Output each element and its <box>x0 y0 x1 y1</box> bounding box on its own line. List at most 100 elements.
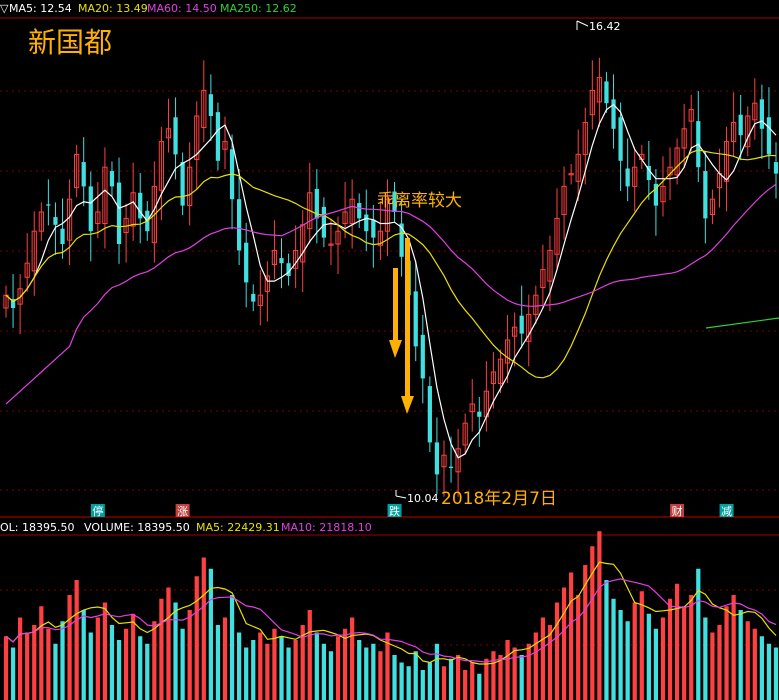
volume-bar <box>505 640 510 700</box>
volume-bar <box>342 628 348 700</box>
candle <box>745 106 751 157</box>
volume-bar <box>674 583 680 700</box>
candle <box>3 285 9 318</box>
candle <box>349 179 355 249</box>
volume-bar <box>752 628 757 700</box>
volume-bar <box>646 613 651 700</box>
volume-bar <box>738 610 743 700</box>
volume-bar <box>710 632 715 700</box>
candle <box>194 101 200 190</box>
candle <box>88 171 93 262</box>
ma5-readout: MA5: 12.54 <box>9 2 72 15</box>
volume-bar <box>561 587 567 700</box>
volume-bar <box>491 651 496 700</box>
volume-bar <box>470 662 475 700</box>
low-marker: 10.04 <box>395 490 439 505</box>
volume-bar <box>526 643 531 700</box>
candle <box>547 235 553 312</box>
candle <box>568 164 574 185</box>
candle <box>519 285 524 349</box>
volume-bar <box>46 628 51 700</box>
volume-bar <box>597 531 602 700</box>
volume-bar <box>166 587 171 700</box>
volume-bar <box>95 617 100 700</box>
volume-bar <box>364 647 369 700</box>
volume-bar <box>321 643 327 700</box>
candle <box>554 188 560 269</box>
ma5-line <box>5 103 777 459</box>
candle <box>24 233 30 292</box>
vol-readout: OL: 18395.50 <box>0 521 74 534</box>
volume-bar <box>632 602 637 700</box>
volume-readout: VOLUME: 18395.50 <box>84 521 190 534</box>
volume-bar <box>569 572 574 700</box>
volume-bar <box>81 610 86 700</box>
volume-bar <box>258 632 263 700</box>
volume-bar <box>689 595 694 700</box>
candle <box>66 179 73 266</box>
candle <box>696 91 701 182</box>
deviation-annotation: 乖离率较大 <box>377 191 462 211</box>
candle <box>293 225 299 289</box>
stock-chart: 停 涨 跌 财 减 ▽ MA5: 12.54 MA20: 13.49 MA60: 14.… <box>0 2 779 700</box>
volume-bar <box>455 655 461 700</box>
candle <box>17 274 23 335</box>
candle <box>773 142 779 199</box>
volume-bar <box>152 621 157 700</box>
volume-bar <box>145 643 150 700</box>
volume-bar <box>653 628 659 700</box>
candle <box>490 352 497 409</box>
candle <box>611 74 616 149</box>
candle <box>264 261 270 322</box>
candle <box>703 151 708 244</box>
event-badge: 停 <box>90 504 105 518</box>
candle <box>328 219 334 266</box>
volume-bar <box>618 610 623 700</box>
event-badge-label: 减 <box>721 505 732 518</box>
volume-bar <box>159 598 164 700</box>
volume-bar <box>682 606 687 700</box>
down-arrow-2 <box>401 238 414 414</box>
volume-bar <box>251 640 256 700</box>
candle <box>215 102 221 171</box>
event-badge-label: 财 <box>672 504 683 518</box>
volume-bar <box>265 643 270 700</box>
volume-bar <box>25 632 30 700</box>
volume-bar <box>279 636 284 700</box>
candle <box>477 396 482 447</box>
ma250-line <box>705 317 779 329</box>
volume-bar <box>773 647 779 700</box>
volume-bar-series <box>3 531 779 700</box>
candle <box>723 126 730 212</box>
volume-bar <box>10 647 16 700</box>
candle <box>596 57 603 127</box>
candle <box>271 220 278 280</box>
volume-bar <box>406 666 411 700</box>
candle <box>180 152 185 216</box>
candle <box>102 147 108 249</box>
volume-bar <box>696 568 701 700</box>
volume-bar <box>18 617 23 700</box>
volume-ma10-readout: MA10: 21818.10 <box>281 521 372 534</box>
volume-bar <box>519 655 524 700</box>
volume-bar <box>639 591 644 700</box>
volume-bar <box>307 610 312 700</box>
volume-bar <box>335 636 341 700</box>
candle <box>357 193 362 228</box>
volume-bar <box>286 647 291 700</box>
candle <box>632 147 638 212</box>
volume-bar <box>237 632 242 700</box>
volume-bar <box>731 595 736 700</box>
candle <box>279 238 284 289</box>
candle <box>81 137 86 207</box>
volume-bar <box>180 628 185 700</box>
volume-bar <box>717 625 722 700</box>
event-badge-label: 停 <box>92 504 103 518</box>
volume-bar <box>39 606 44 700</box>
volume-bar <box>173 602 178 700</box>
volume-bar <box>625 621 630 700</box>
volume-bar <box>88 632 93 700</box>
volume-bar <box>272 628 277 700</box>
volume-bar <box>293 640 298 700</box>
candle <box>257 270 263 326</box>
